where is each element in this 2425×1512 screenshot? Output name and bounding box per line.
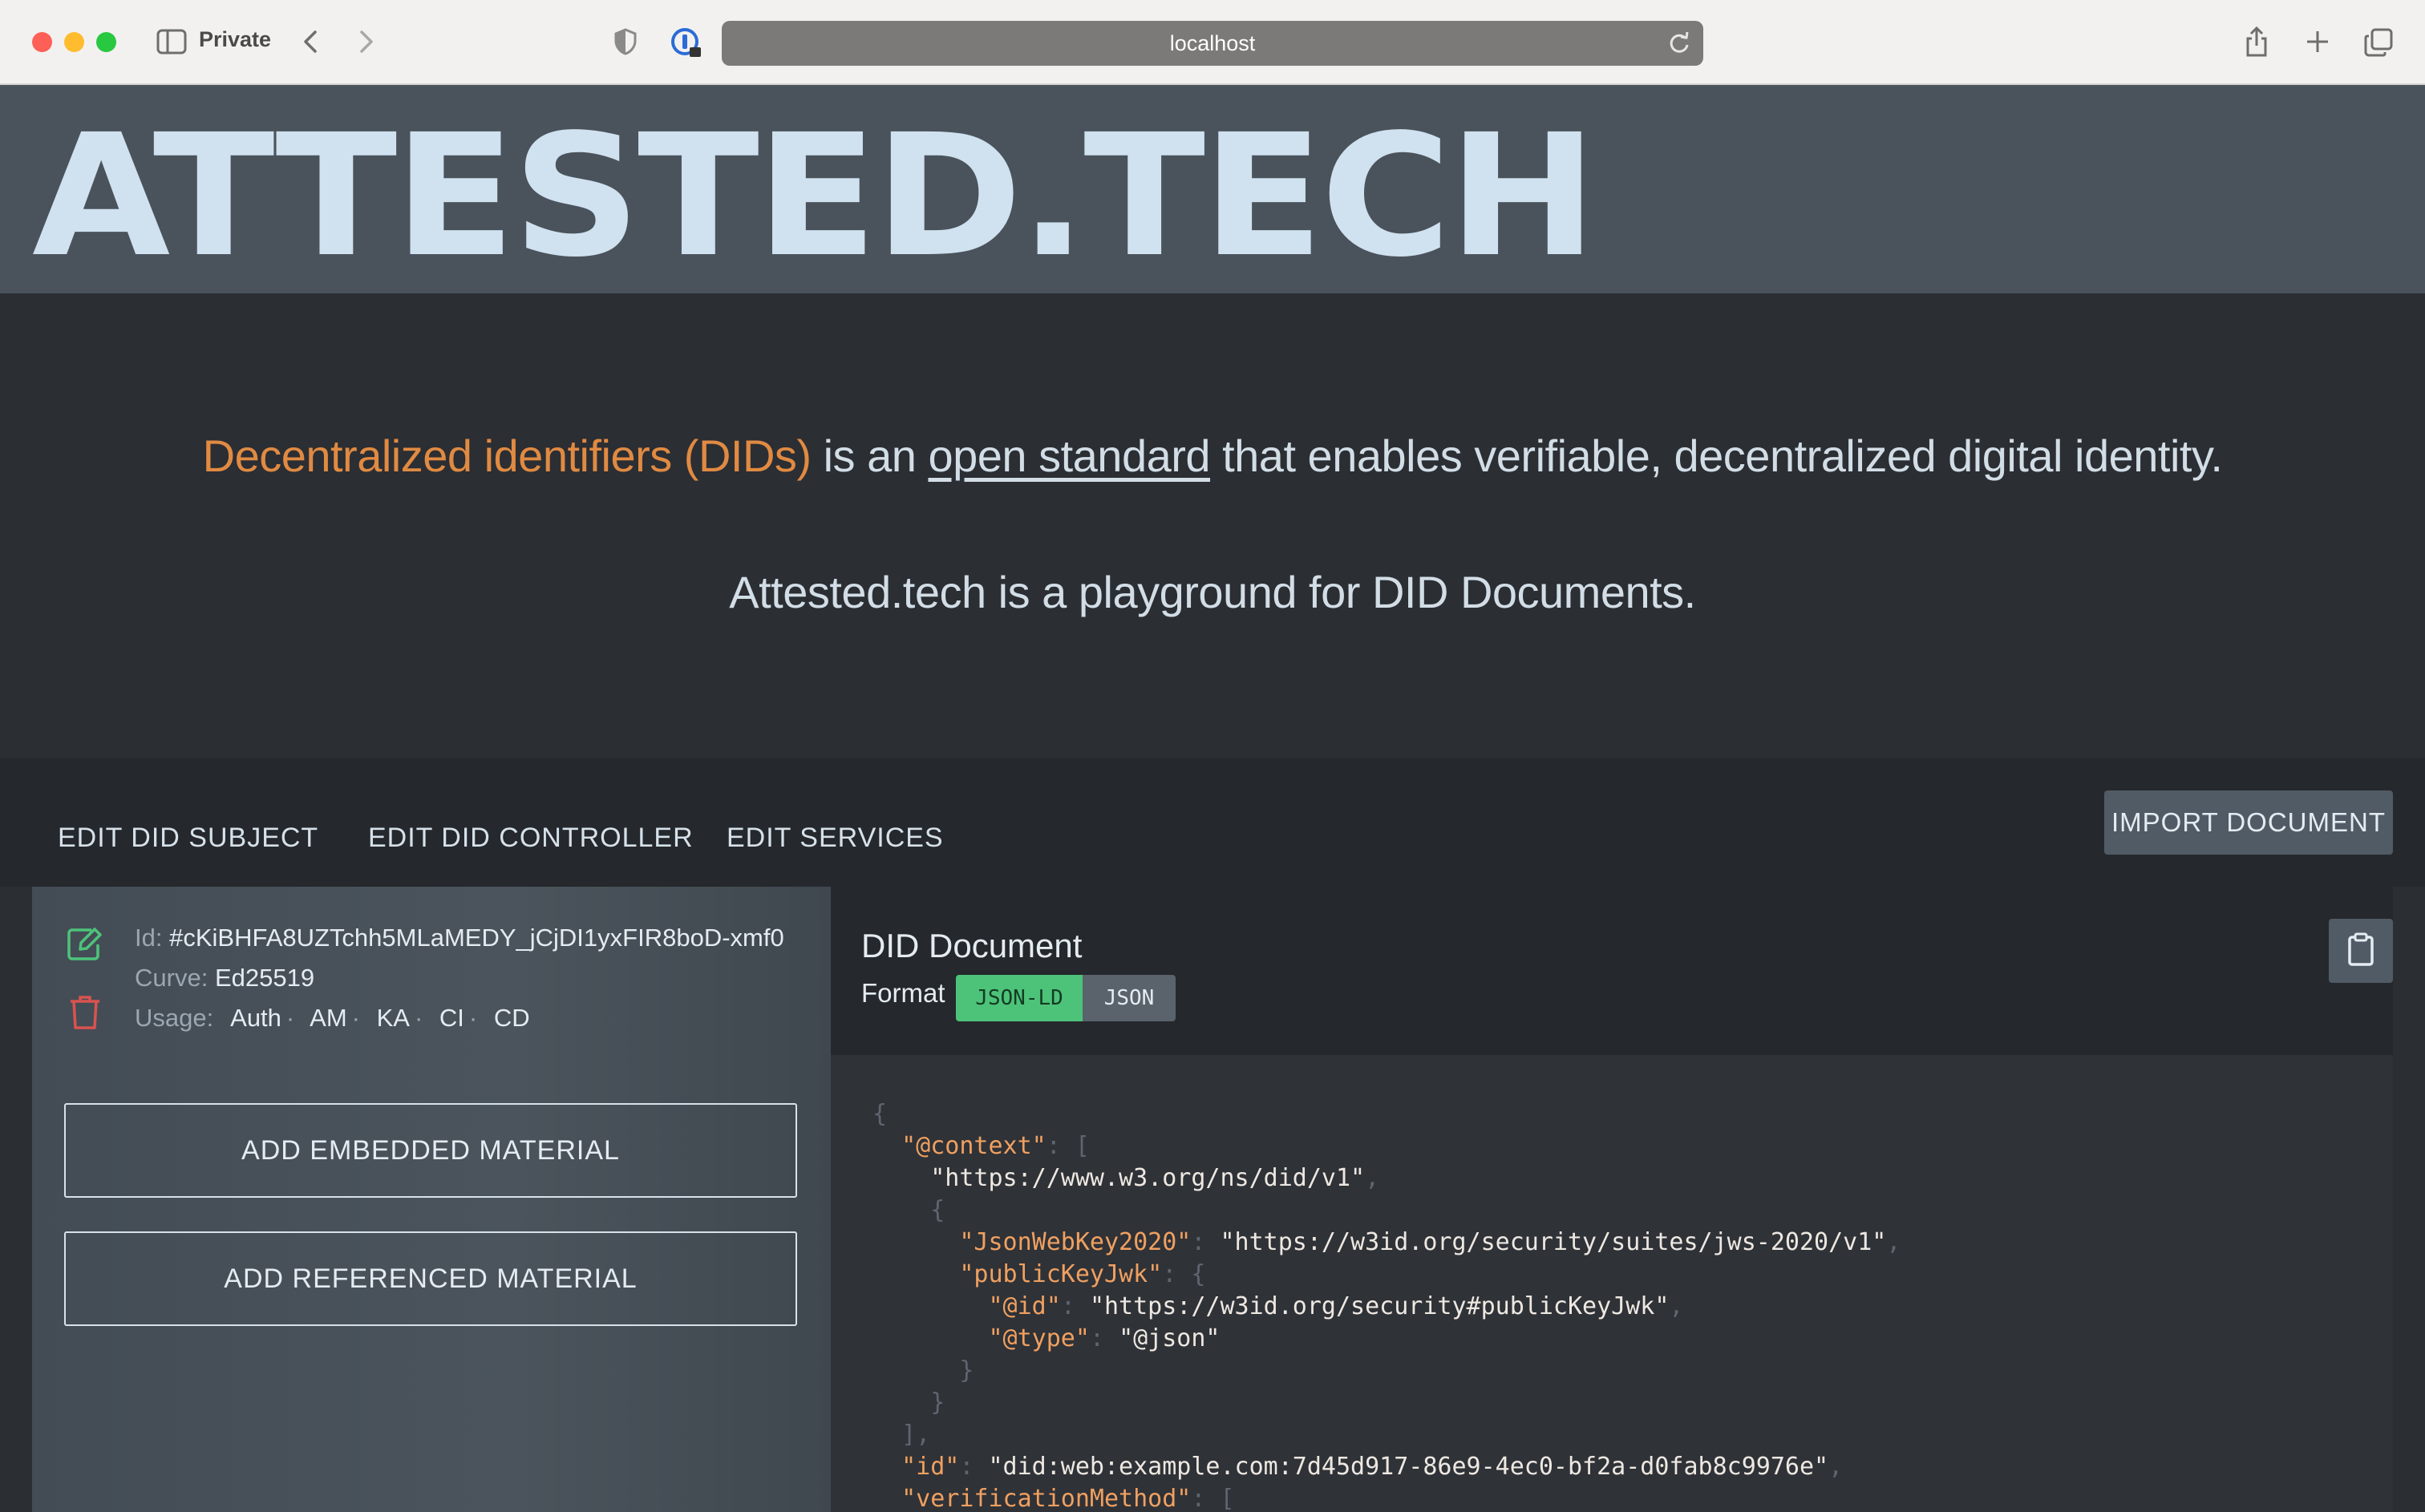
trash-icon[interactable] (69, 994, 101, 1035)
key-curve-label: Curve: (135, 964, 208, 992)
tagline-text-1: is an (811, 431, 929, 481)
json-string: "https://www.w3.org/ns/did/v1" (930, 1164, 1366, 1192)
json-key: "JsonWebKey2020" (959, 1228, 1192, 1256)
code-line: "id": "did:web:example.com:7d45d917-86e9… (872, 1451, 1901, 1483)
tab-edit-services[interactable]: EDIT SERVICES (727, 823, 944, 854)
usage-auth: Auth (230, 1004, 281, 1032)
copy-to-clipboard-button[interactable] (2329, 919, 2393, 983)
add-embedded-material-button[interactable]: ADD EMBEDDED MATERIAL (64, 1103, 797, 1198)
json-punctuation: , (1365, 1164, 1380, 1192)
json-punctuation: , (1669, 1292, 1684, 1320)
json-punctuation: : (1191, 1228, 1221, 1256)
code-line: { (872, 1195, 1901, 1227)
format-json-button[interactable]: JSON (1083, 975, 1176, 1021)
key-id-value: #cKiBHFA8UZTchh5MLaMEDY_jCjDI1yxFIR8boD-… (169, 924, 784, 952)
json-string: "https://w3id.org/security/suites/jws-20… (1220, 1228, 1887, 1256)
edit-icon[interactable] (66, 925, 103, 966)
add-referenced-material-button[interactable]: ADD REFERENCED MATERIAL (64, 1231, 797, 1326)
import-document-button[interactable]: IMPORT DOCUMENT (2104, 790, 2393, 855)
minimize-window-button[interactable] (64, 32, 84, 52)
tab-overview-icon[interactable] (2362, 27, 2395, 58)
json-punctuation: : (1089, 1324, 1119, 1352)
usage-cd: CD (493, 1004, 530, 1032)
code-line: "JsonWebKey2020": "https://w3id.org/secu… (872, 1227, 1901, 1259)
new-tab-icon[interactable] (2303, 27, 2332, 56)
code-line: { (872, 1098, 1901, 1130)
password-manager-icon[interactable] (669, 26, 704, 61)
hero-tagline: Decentralized identifiers (DIDs) is an o… (0, 430, 2425, 482)
json-punctuation: { (930, 1196, 945, 1224)
back-icon[interactable] (298, 27, 322, 56)
format-json-ld-button[interactable]: JSON-LD (956, 975, 1083, 1021)
code-line: "verificationMethod": [ (872, 1483, 1901, 1512)
key-usage-row: Usage: Auth · AM · KA · CI · CD (135, 1004, 530, 1032)
json-punctuation: : (1060, 1292, 1090, 1320)
json-key: "id" (901, 1453, 960, 1481)
json-key: "verificationMethod" (901, 1485, 1192, 1512)
privacy-shield-icon[interactable] (611, 27, 640, 56)
json-string: "did:web:example.com:7d45d917-86e9-4ec0-… (988, 1453, 1829, 1481)
did-document-panel: DID Document Format JSON-LD JSON { "@con… (831, 887, 2393, 1512)
key-material-panel: Id: #cKiBHFA8UZTchh5MLaMEDY_jCjDI1yxFIR8… (32, 887, 831, 1512)
key-usage-label: Usage: (135, 1004, 214, 1032)
site-logo[interactable]: ATTESTED.TECH (32, 112, 1597, 281)
json-punctuation: : { (1162, 1260, 1206, 1288)
code-line: ], (872, 1419, 1901, 1451)
key-curve-value: Ed25519 (214, 964, 315, 992)
json-punctuation: } (959, 1356, 974, 1385)
code-line: "@id": "https://w3id.org/security#public… (872, 1291, 1901, 1323)
json-key: "@type" (988, 1324, 1090, 1352)
hero-subtitle: Attested.tech is a playground for DID Do… (729, 567, 1696, 617)
json-string: "https://w3id.org/security#publicKeyJwk" (1089, 1292, 1670, 1320)
json-punctuation: : (959, 1453, 989, 1481)
code-line: } (872, 1387, 1901, 1419)
forward-icon[interactable] (354, 27, 379, 56)
json-key: "publicKeyJwk" (959, 1260, 1163, 1288)
browser-toolbar: Private localhost (0, 0, 2425, 85)
json-code: { "@context": [ "https://www.w3.org/ns/d… (872, 1098, 1901, 1512)
format-label: Format (861, 978, 945, 1008)
json-punctuation: ], (901, 1421, 931, 1449)
json-key: "@context" (901, 1132, 1047, 1160)
code-line: "publicKeyJwk": { (872, 1259, 1901, 1291)
code-line: } (872, 1355, 1901, 1387)
url-text: localhost (1169, 30, 1256, 55)
editor-tab-bar: EDIT DID SUBJECT EDIT DID CONTROLLER EDI… (0, 758, 2425, 887)
address-bar[interactable]: localhost (722, 21, 1703, 66)
json-punctuation: : [ (1191, 1485, 1235, 1512)
tagline-text-2: that enables verifiable, decentralized d… (1210, 431, 2223, 481)
json-punctuation: : [ (1046, 1132, 1090, 1160)
sidebar-toggle-icon[interactable] (156, 27, 188, 56)
usage-am: AM (310, 1004, 347, 1032)
json-punctuation: } (930, 1389, 945, 1417)
private-mode-label: Private (199, 27, 272, 51)
code-line: "https://www.w3.org/ns/did/v1", (872, 1162, 1901, 1195)
json-code-viewer[interactable]: { "@context": [ "https://www.w3.org/ns/d… (831, 1055, 2393, 1512)
usage-ci: CI (439, 1004, 464, 1032)
open-standard-link[interactable]: open standard (928, 431, 1210, 481)
json-punctuation: , (1828, 1453, 1844, 1481)
usage-ka: KA (376, 1004, 410, 1032)
key-id-label: Id: (135, 924, 163, 952)
code-line: "@type": "@json" (872, 1323, 1901, 1355)
json-punctuation: { (872, 1100, 888, 1128)
json-string: "@json" (1119, 1324, 1221, 1352)
hero-section: Decentralized identifiers (DIDs) is an o… (0, 293, 2425, 758)
tab-edit-did-subject[interactable]: EDIT DID SUBJECT (58, 823, 318, 854)
json-key: "@id" (988, 1292, 1061, 1320)
json-punctuation: , (1886, 1228, 1901, 1256)
zoom-window-button[interactable] (96, 32, 116, 52)
clipboard-icon (2347, 932, 2374, 970)
reload-icon[interactable] (1668, 30, 1690, 60)
share-icon[interactable] (2242, 24, 2271, 59)
did-document-title: DID Document (861, 927, 1083, 964)
tab-edit-did-controller[interactable]: EDIT DID CONTROLLER (368, 823, 694, 854)
key-curve-row: Curve: Ed25519 (135, 964, 314, 993)
did-term: Decentralized identifiers (DIDs) (202, 431, 812, 481)
key-id-row: Id: #cKiBHFA8UZTchh5MLaMEDY_jCjDI1yxFIR8… (135, 924, 784, 952)
code-line: "@context": [ (872, 1130, 1901, 1162)
close-window-button[interactable] (32, 32, 52, 52)
